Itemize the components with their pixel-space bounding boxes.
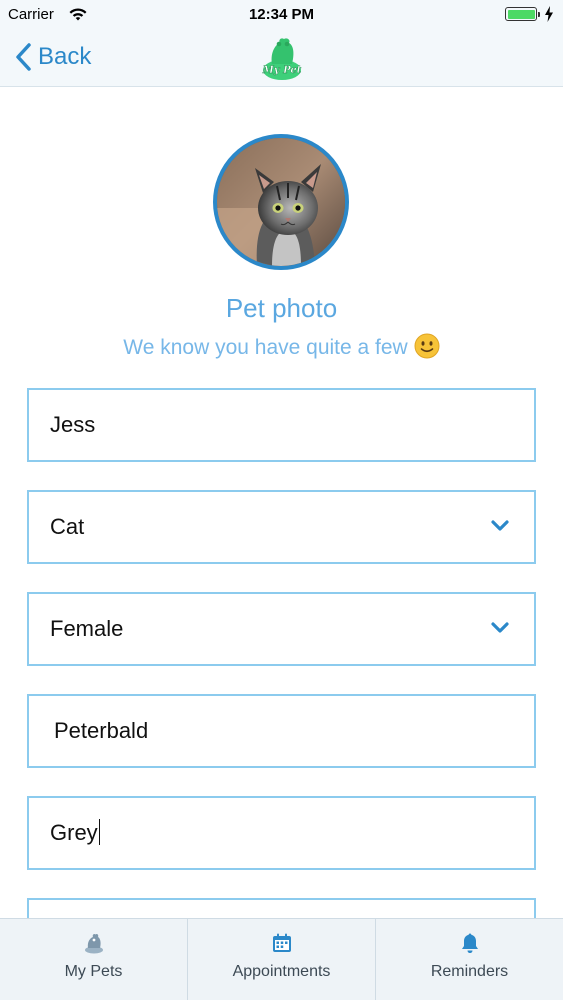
breed-field[interactable]: Peterbald: [27, 694, 536, 768]
pet-photo[interactable]: [213, 134, 349, 270]
chevron-left-icon: [16, 43, 31, 71]
chevron-down-icon: [491, 520, 509, 531]
tab-appointments[interactable]: Appointments: [188, 919, 376, 1000]
pet-icon: [84, 933, 103, 954]
photo-subtitle-text: We know you have quite a few: [123, 336, 408, 359]
species-value: Cat: [50, 514, 85, 539]
tab-reminders-label: Reminders: [430, 963, 509, 980]
tab-appointments-label: Appointments: [232, 963, 331, 980]
svg-text:My Pet: My Pet: [262, 65, 302, 76]
pet-name-value: Jess: [50, 412, 96, 437]
tab-reminders[interactable]: Reminders: [376, 919, 563, 1000]
bell-icon: [461, 933, 478, 953]
color-value: Grey: [50, 798, 100, 868]
chevron-down-icon: [491, 622, 509, 633]
navigation-bar: Back My Pet: [0, 30, 563, 87]
back-button[interactable]: Back: [14, 40, 91, 74]
text-cursor: [98, 819, 100, 845]
photo-title: Pet photo: [225, 293, 338, 323]
pet-name-field[interactable]: Jess: [27, 388, 536, 462]
calendar-icon: [272, 933, 291, 952]
gender-select[interactable]: Female: [27, 592, 536, 666]
gender-value: Female: [50, 616, 124, 641]
tab-bar: My Pets Appointments Reminders: [0, 918, 563, 1000]
kitten-image: [217, 138, 345, 266]
status-bar: Carrier 12:34 PM: [0, 0, 563, 30]
clock: 12:34 PM: [248, 6, 315, 23]
photo-subtitle: We know you have quite a few: [0, 333, 563, 360]
slightly-smiling-face-icon: [414, 333, 440, 359]
species-select[interactable]: Cat: [27, 490, 536, 564]
tab-my-pets[interactable]: My Pets: [0, 919, 188, 1000]
charging-bolt-icon: [545, 6, 553, 22]
battery-icon: [505, 7, 540, 21]
breed-value: Peterbald: [54, 718, 149, 743]
app-logo: My Pet: [262, 38, 302, 80]
color-field[interactable]: Grey: [27, 796, 536, 870]
color-value-text: Grey: [50, 820, 98, 845]
tab-my-pets-label: My Pets: [64, 963, 123, 980]
back-label: Back: [38, 43, 92, 70]
